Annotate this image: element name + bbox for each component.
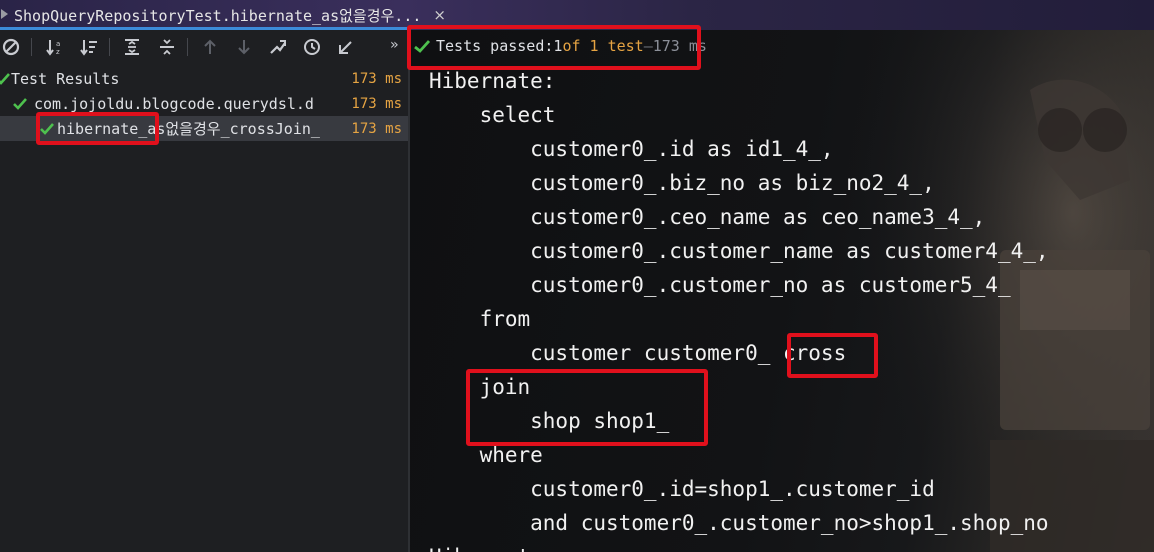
console-line: customer0_.id as id1_4_, — [429, 137, 834, 161]
tree-root-row[interactable]: Test Results 173 ms — [0, 66, 408, 91]
expand-all-icon[interactable] — [122, 37, 142, 57]
sort-alphabetically-icon[interactable]: a z — [45, 37, 65, 57]
sort-by-duration-icon[interactable] — [79, 37, 99, 57]
console-line: and customer0_.customer_no>shop1_.shop_n… — [429, 511, 1049, 535]
stop-circle-icon[interactable] — [1, 37, 21, 57]
toolbar-overflow-icon[interactable]: » — [390, 37, 398, 53]
svg-text:z: z — [56, 48, 60, 56]
toolbar-separator — [31, 38, 32, 56]
console-line: customer0_.customer_no as customer5_4_ — [429, 273, 1011, 297]
console-line: customer0_.customer_name as customer4_4_… — [429, 239, 1049, 263]
next-failed-test-icon[interactable] — [234, 37, 254, 57]
import-tests-icon[interactable] — [268, 37, 288, 57]
svg-text:a: a — [56, 40, 60, 48]
highlight-box — [466, 369, 708, 446]
test-tree-panel: a z » Test Results 173 ms com.jojoldu.bl… — [0, 30, 408, 552]
highlight-box — [787, 333, 878, 378]
console-line: customer0_.ceo_name as ceo_name3_4_, — [429, 205, 986, 229]
highlight-box — [407, 25, 701, 70]
tree-root-duration: 173 ms — [351, 70, 402, 87]
console-line: customer customer0_ cross — [429, 341, 847, 365]
console-line: customer0_.id=shop1_.customer_id — [429, 477, 935, 501]
console-output[interactable]: Hibernate: select customer0_.id as id1_4… — [429, 64, 1049, 552]
toolbar-separator — [109, 38, 110, 56]
console-panel: Tests passed: 1 of 1 test – 173 ms Hiber… — [410, 30, 1154, 552]
tree-suite-duration: 173 ms — [349, 95, 402, 112]
console-line: customer0_.biz_no as biz_no2_4_, — [429, 171, 935, 195]
tree-root-label: Test Results — [11, 69, 120, 88]
close-icon[interactable]: × — [433, 6, 446, 24]
test-history-icon[interactable] — [302, 37, 322, 57]
test-toolbar: a z » — [0, 30, 408, 64]
check-icon — [0, 72, 10, 85]
console-line: select — [429, 103, 556, 127]
run-tab-title: ShopQueryRepositoryTest.hibernate_as없을경우… — [14, 6, 422, 25]
toolbar-separator — [187, 38, 188, 56]
test-run-icon — [1, 9, 8, 19]
highlight-box — [36, 112, 159, 145]
previous-failed-test-icon[interactable] — [200, 37, 220, 57]
tree-test-duration: 173 ms — [349, 120, 402, 137]
console-line: from — [429, 307, 531, 331]
console-line: Hibernate: — [429, 540, 1049, 552]
collapse-all-icon[interactable] — [157, 37, 177, 57]
tree-suite-label: com.jojoldu.blogcode.querydsl.d — [34, 94, 314, 113]
check-icon — [13, 97, 27, 110]
export-results-icon[interactable] — [336, 37, 356, 57]
